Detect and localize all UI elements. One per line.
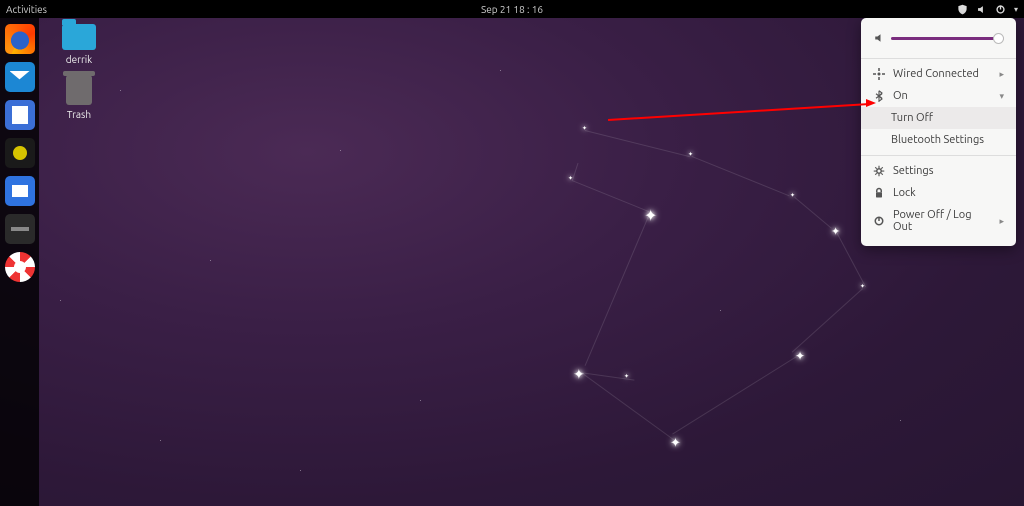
constellation-line: [672, 354, 800, 434]
menu-bluetooth[interactable]: On ▾: [861, 85, 1016, 107]
menu-label: Bluetooth Settings: [891, 134, 984, 146]
separator: [861, 155, 1016, 156]
volume-slider-row: [861, 26, 1016, 54]
status-area[interactable]: ▾: [957, 4, 1018, 15]
annotation-arrow-head: [866, 99, 876, 107]
network-icon: [873, 68, 885, 80]
constellation-line: [579, 371, 677, 442]
menu-wired[interactable]: Wired Connected ▸: [861, 63, 1016, 85]
dock-help[interactable]: [5, 252, 35, 282]
menu-bt-settings[interactable]: Bluetooth Settings: [861, 129, 1016, 151]
desktop-trash[interactable]: Trash: [50, 75, 108, 120]
trash-label: Trash: [50, 109, 108, 120]
chevron-right-icon: ▸: [999, 69, 1004, 80]
dock-text-editor[interactable]: [5, 100, 35, 130]
separator: [861, 58, 1016, 59]
annotation-arrow: [608, 103, 870, 120]
dock-screenshot[interactable]: [5, 176, 35, 206]
power-icon: [873, 215, 885, 227]
system-menu: Wired Connected ▸ On ▾ Turn Off Bluetoot…: [861, 18, 1016, 246]
desktop-folder[interactable]: derrik: [50, 24, 108, 65]
menu-bt-turn-off[interactable]: Turn Off: [861, 107, 1016, 129]
chevron-right-icon: ▸: [999, 216, 1004, 227]
menu-label: Settings: [893, 165, 934, 177]
star-icon: ✦: [644, 206, 657, 225]
dock: [0, 18, 39, 506]
dock-software-updater[interactable]: [5, 214, 35, 244]
desktop-icons: derrik Trash: [50, 24, 108, 130]
volume-slider[interactable]: [891, 37, 1004, 40]
menu-label: Turn Off: [891, 112, 933, 124]
menu-label: Power Off / Log Out: [893, 209, 991, 233]
chevron-down-icon: ▾: [1014, 5, 1018, 14]
constellation-line: [585, 130, 690, 157]
trash-icon: [66, 75, 92, 105]
constellation-line: [585, 214, 650, 366]
activities-button[interactable]: Activities: [6, 4, 47, 15]
menu-settings[interactable]: Settings: [861, 160, 1016, 182]
star-icon: ✦: [831, 225, 840, 238]
star-icon: ✦: [670, 436, 681, 451]
constellation-line: [794, 197, 831, 229]
top-bar: Activities Sep 21 18 : 16 ▾: [0, 0, 1024, 18]
star-icon: ✦: [624, 373, 629, 380]
star-icon: ✦: [790, 192, 795, 199]
dock-rhythmbox[interactable]: [5, 138, 35, 168]
star-icon: ✦: [568, 175, 573, 182]
chevron-down-icon: ▾: [999, 91, 1004, 102]
gear-icon: [873, 165, 885, 177]
menu-label: Lock: [893, 187, 916, 199]
star-icon: ✦: [795, 349, 805, 363]
volume-icon: [873, 32, 885, 44]
dock-thunderbird[interactable]: [5, 62, 35, 92]
menu-label: On: [893, 90, 908, 102]
constellation-line: [792, 288, 863, 352]
star-icon: ✦: [860, 283, 865, 290]
star-icon: ✦: [688, 151, 693, 158]
shield-icon: [957, 4, 968, 15]
menu-power[interactable]: Power Off / Log Out ▸: [861, 204, 1016, 238]
menu-lock[interactable]: Lock: [861, 182, 1016, 204]
volume-icon: [976, 4, 987, 15]
power-icon: [995, 4, 1006, 15]
clock[interactable]: Sep 21 18 : 16: [481, 4, 543, 15]
lock-icon: [873, 187, 885, 199]
star-icon: ✦: [582, 125, 587, 132]
constellation-line: [572, 180, 651, 213]
dock-firefox[interactable]: [5, 24, 35, 54]
menu-label: Wired Connected: [893, 68, 979, 80]
star-icon: ✦: [573, 366, 585, 383]
folder-label: derrik: [50, 54, 108, 65]
folder-icon: [62, 24, 96, 50]
constellation-line: [692, 156, 790, 196]
